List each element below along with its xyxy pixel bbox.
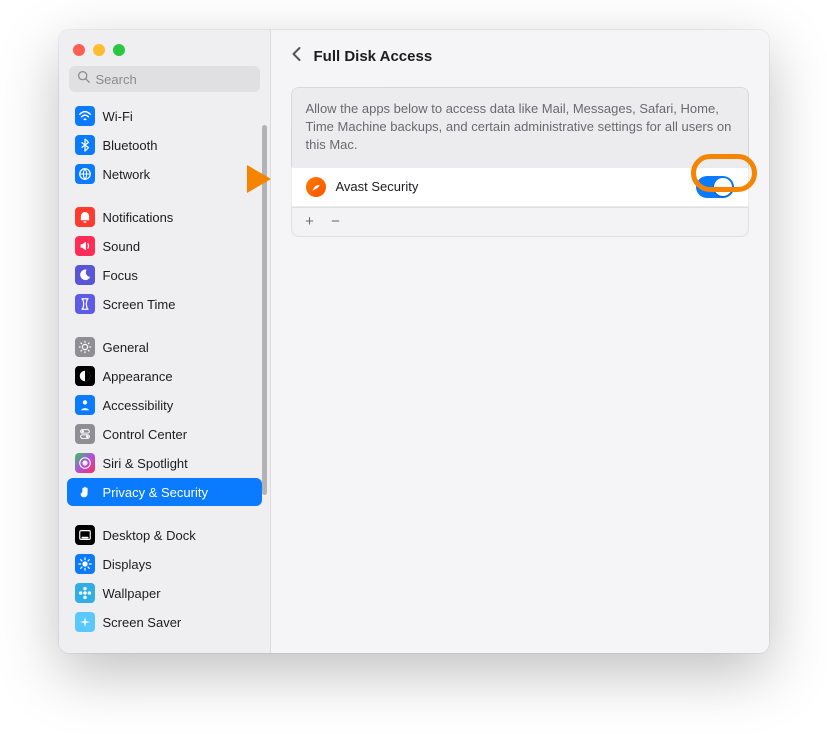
window-controls <box>59 30 270 66</box>
sidebar-item-label: Siri & Spotlight <box>103 456 188 471</box>
sidebar-item-label: Focus <box>103 268 138 283</box>
sidebar-item-desktop-dock[interactable]: Desktop & Dock <box>67 521 262 549</box>
accessibility-icon <box>75 395 95 415</box>
sidebar-item-wifi[interactable]: Wi-Fi <box>67 102 262 130</box>
close-window-button[interactable] <box>73 44 85 56</box>
search-icon <box>77 70 90 88</box>
sidebar-item-sound[interactable]: Sound <box>67 232 262 260</box>
control-center-icon <box>75 424 95 444</box>
sidebar-item-displays[interactable]: Displays <box>67 550 262 578</box>
appearance-icon <box>75 366 95 386</box>
back-button[interactable] <box>291 46 302 67</box>
app-row-avast[interactable]: Avast Security <box>291 167 749 207</box>
sidebar-item-label: Network <box>103 167 151 182</box>
sidebar-item-label: Sound <box>103 239 141 254</box>
search-field[interactable] <box>69 66 260 92</box>
add-app-button[interactable]: + <box>300 212 320 232</box>
bluetooth-icon <box>75 135 95 155</box>
sidebar-item-label: Notifications <box>103 210 174 225</box>
focus-icon <box>75 265 95 285</box>
search-input[interactable] <box>96 72 252 87</box>
main-header: Full Disk Access <box>271 30 769 79</box>
sidebar-item-bluetooth[interactable]: Bluetooth <box>67 131 262 159</box>
sidebar-item-accessibility[interactable]: Accessibility <box>67 391 262 419</box>
privacy-icon <box>75 482 95 502</box>
wallpaper-icon <box>75 583 95 603</box>
sidebar-item-wallpaper[interactable]: Wallpaper <box>67 579 262 607</box>
sidebar-item-label: Bluetooth <box>103 138 158 153</box>
remove-app-button[interactable]: − <box>326 212 346 232</box>
minimize-window-button[interactable] <box>93 44 105 56</box>
displays-icon <box>75 554 95 574</box>
sidebar-item-screen-time[interactable]: Screen Time <box>67 290 262 318</box>
general-icon <box>75 337 95 357</box>
sidebar-item-label: Screen Saver <box>103 615 182 630</box>
description-text: Allow the apps below to access data like… <box>291 87 749 167</box>
sidebar-item-appearance[interactable]: Appearance <box>67 362 262 390</box>
sidebar-item-label: Privacy & Security <box>103 485 208 500</box>
sidebar-item-control-center[interactable]: Control Center <box>67 420 262 448</box>
content-area: Allow the apps below to access data like… <box>271 79 769 245</box>
app-toggle-avast[interactable] <box>696 176 734 198</box>
sidebar-item-label: Control Center <box>103 427 188 442</box>
zoom-window-button[interactable] <box>113 44 125 56</box>
system-settings-window: Wi-Fi Bluetooth Network Notifications Sound F… <box>59 30 769 653</box>
siri-icon <box>75 453 95 473</box>
screen-time-icon <box>75 294 95 314</box>
network-icon <box>75 164 95 184</box>
app-name: Avast Security <box>336 179 686 194</box>
sidebar-item-general[interactable]: General <box>67 333 262 361</box>
sidebar: Wi-Fi Bluetooth Network Notifications Sound F… <box>59 30 271 653</box>
sidebar-item-siri[interactable]: Siri & Spotlight <box>67 449 262 477</box>
avast-app-icon <box>306 177 326 197</box>
sidebar-item-label: General <box>103 340 149 355</box>
sidebar-item-label: Displays <box>103 557 152 572</box>
list-footer: + − <box>291 207 749 237</box>
sidebar-item-focus[interactable]: Focus <box>67 261 262 289</box>
screensaver-icon <box>75 612 95 632</box>
sidebar-item-screensaver[interactable]: Screen Saver <box>67 608 262 636</box>
desktop-dock-icon <box>75 525 95 545</box>
notifications-icon <box>75 207 95 227</box>
sidebar-item-label: Accessibility <box>103 398 174 413</box>
sidebar-item-label: Wallpaper <box>103 586 161 601</box>
sidebar-item-label: Desktop & Dock <box>103 528 196 543</box>
sidebar-item-notifications[interactable]: Notifications <box>67 203 262 231</box>
sidebar-item-label: Screen Time <box>103 297 176 312</box>
page-title: Full Disk Access <box>314 48 433 65</box>
sidebar-item-network[interactable]: Network <box>67 160 262 188</box>
sound-icon <box>75 236 95 256</box>
sidebar-item-privacy[interactable]: Privacy & Security <box>67 478 262 506</box>
sidebar-item-label: Wi-Fi <box>103 109 133 124</box>
sidebar-item-label: Appearance <box>103 369 173 384</box>
wifi-icon <box>75 106 95 126</box>
sidebar-scrollbar[interactable] <box>262 125 267 495</box>
main-pane: Full Disk Access Allow the apps below to… <box>271 30 769 653</box>
sidebar-list[interactable]: Wi-Fi Bluetooth Network Notifications Sound F… <box>59 102 270 653</box>
